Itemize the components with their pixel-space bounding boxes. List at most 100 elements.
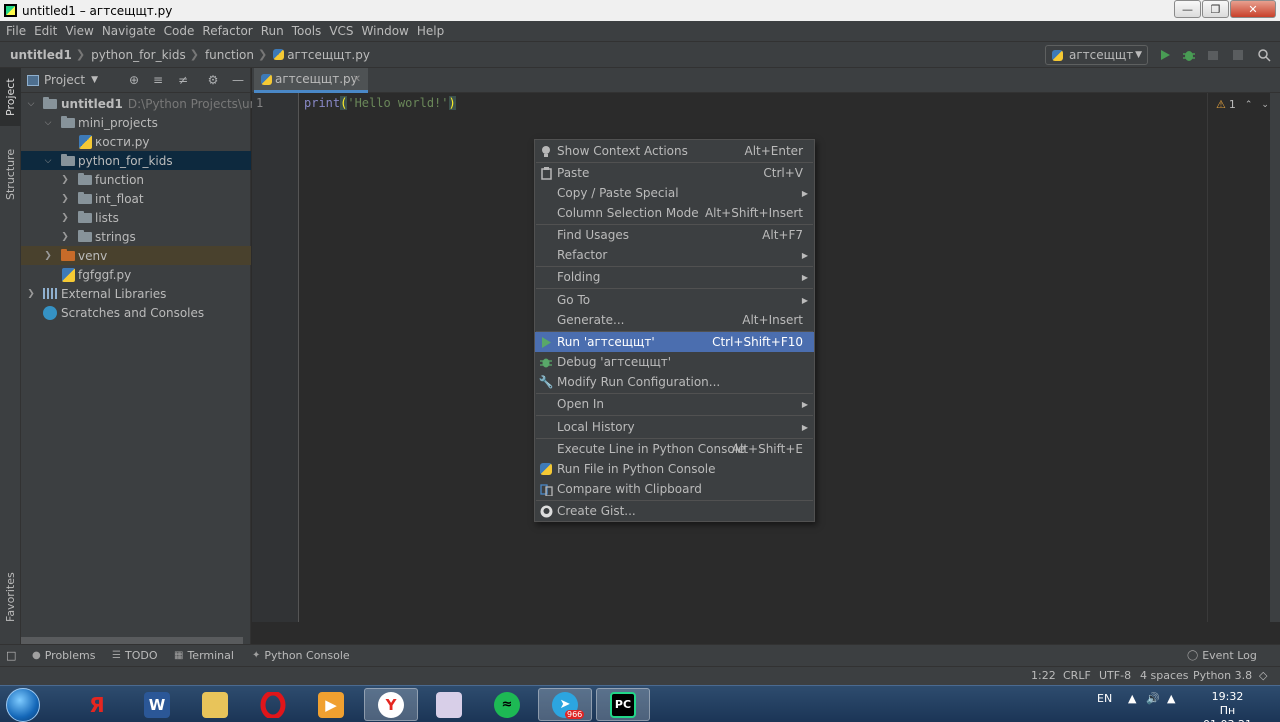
tool-python-console[interactable]: ✦ Python Console	[252, 649, 350, 662]
close-icon[interactable]: ✕	[353, 74, 361, 85]
tree-item-lists[interactable]: ❯ lists	[21, 208, 251, 227]
menu-window[interactable]: Window	[358, 24, 413, 38]
tab-favorites[interactable]: Favorites	[0, 568, 21, 626]
run-icon[interactable]	[1157, 47, 1173, 63]
tree-item-scratches[interactable]: Scratches and Consoles	[21, 303, 251, 322]
expand-all-icon[interactable]: ≡	[151, 73, 165, 87]
taskbar-explorer[interactable]	[188, 688, 242, 721]
code-line[interactable]: print('Hello world!')	[304, 96, 456, 110]
breadcrumb-file[interactable]: агтсещщт.ру	[287, 48, 370, 62]
inspection-widget[interactable]: ⚠ 1 ⌃ ⌄	[1216, 98, 1269, 111]
menu-code[interactable]: Code	[160, 24, 199, 38]
network-icon[interactable]: ▲	[1167, 692, 1175, 705]
breadcrumb-project[interactable]: untitled1	[10, 48, 72, 62]
volume-icon[interactable]: 🔊	[1146, 692, 1160, 705]
chevron-right-icon[interactable]: ❯	[26, 289, 36, 299]
menu-item-open-in[interactable]: Open In ▶	[535, 394, 814, 414]
chevron-right-icon[interactable]: ❯	[60, 175, 70, 185]
chevron-down-icon[interactable]: ⌄	[1261, 100, 1269, 110]
tool-windows-toggle-icon[interactable]: □	[6, 649, 16, 662]
tree-item-int-float[interactable]: ❯ int_float	[21, 189, 251, 208]
tool-problems[interactable]: ● Problems	[32, 649, 95, 662]
tree-item-strings[interactable]: ❯ strings	[21, 227, 251, 246]
chevron-up-icon[interactable]: ⌃	[1245, 100, 1253, 110]
menu-navigate[interactable]: Navigate	[98, 24, 160, 38]
python-interpreter[interactable]: Python 3.8	[1193, 669, 1252, 682]
menu-view[interactable]: View	[61, 24, 97, 38]
line-separator[interactable]: CRLF	[1063, 669, 1091, 682]
run-configuration-selector[interactable]: агтсещщт ▼	[1045, 45, 1148, 65]
chevron-down-icon[interactable]: ▼	[91, 75, 98, 85]
hide-icon[interactable]: —	[231, 73, 245, 87]
taskbar-clock[interactable]: 19:32 Пн 01.03.21	[1195, 690, 1260, 722]
menu-item-refactor[interactable]: Refactor ▶	[535, 245, 814, 265]
taskbar-word[interactable]: W	[130, 688, 184, 721]
tab-project[interactable]: Project	[0, 68, 21, 126]
menu-refactor[interactable]: Refactor	[198, 24, 256, 38]
language-indicator[interactable]: EN	[1097, 692, 1112, 705]
taskbar-pycharm[interactable]: PC	[596, 688, 650, 721]
menu-item-generate[interactable]: Generate... Alt+Insert	[535, 310, 814, 330]
tab-file-agtseshcht[interactable]: агтсещщт.ру ✕	[254, 68, 368, 93]
taskbar-media-player[interactable]: ▶	[304, 688, 358, 721]
menu-tools[interactable]: Tools	[288, 24, 326, 38]
menu-item-find-usages[interactable]: Find Usages Alt+F7	[535, 225, 814, 245]
menu-item-execute-line-console[interactable]: Execute Line in Python Console Alt+Shift…	[535, 439, 814, 459]
collapse-all-icon[interactable]: ≠	[176, 73, 190, 87]
tab-structure[interactable]: Structure	[0, 142, 21, 206]
menu-vcs[interactable]: VCS	[325, 24, 357, 38]
tree-item-mini-projects[interactable]: ⌵ mini_projects	[21, 113, 251, 132]
tree-item-venv[interactable]: ❯ venv	[21, 246, 251, 265]
locate-icon[interactable]: ⊕	[127, 73, 141, 87]
maximize-button[interactable]: ❐	[1202, 0, 1229, 18]
debug-icon[interactable]	[1181, 47, 1197, 63]
menu-item-run[interactable]: Run 'агтсещщт' Ctrl+Shift+F10	[535, 332, 814, 352]
chevron-down-icon[interactable]: ⌵	[43, 118, 53, 128]
search-icon[interactable]	[1256, 47, 1272, 63]
taskbar-opera[interactable]	[246, 688, 300, 721]
menu-item-go-to[interactable]: Go To ▶	[535, 290, 814, 310]
taskbar-telegram[interactable]: ➤ 966	[538, 688, 592, 721]
menu-help[interactable]: Help	[413, 24, 448, 38]
stop-icon[interactable]	[1230, 47, 1246, 63]
menu-item-run-file-console[interactable]: Run File in Python Console	[535, 459, 814, 479]
chevron-right-icon[interactable]: ❯	[60, 194, 70, 204]
menu-run[interactable]: Run	[257, 24, 288, 38]
taskbar-avatar-app[interactable]	[422, 688, 476, 721]
gear-icon[interactable]: ⚙	[206, 73, 220, 87]
caret-position[interactable]: 1:22	[1031, 669, 1056, 682]
tree-item-untitled1[interactable]: ⌵ untitled1 D:\Python Projects\untitled	[21, 94, 288, 113]
close-button[interactable]: ✕	[1230, 0, 1276, 18]
taskbar-yandex-search[interactable]: Я	[70, 688, 124, 721]
chevron-down-icon[interactable]: ⌵	[43, 156, 53, 166]
breadcrumb-subfolder[interactable]: function	[205, 48, 254, 62]
menu-item-show-context-actions[interactable]: Show Context Actions Alt+Enter	[535, 141, 814, 161]
indent-setting[interactable]: 4 spaces	[1140, 669, 1189, 682]
horizontal-scrollbar[interactable]	[21, 637, 243, 644]
chevron-right-icon[interactable]: ❯	[60, 213, 70, 223]
chevron-right-icon[interactable]: ❯	[60, 232, 70, 242]
lock-icon[interactable]: ◇	[1259, 669, 1267, 682]
chevron-up-icon[interactable]: ▲	[1128, 692, 1136, 705]
menu-item-compare-clipboard[interactable]: Compare with Clipboard	[535, 479, 814, 499]
breadcrumb-folder[interactable]: python_for_kids	[91, 48, 186, 62]
menu-item-paste[interactable]: Paste Ctrl+V	[535, 163, 814, 183]
menu-item-local-history[interactable]: Local History ▶	[535, 417, 814, 437]
tool-event-log[interactable]: ◯ Event Log	[1187, 649, 1257, 662]
menu-item-copy-paste-special[interactable]: Copy / Paste Special ▶	[535, 183, 814, 203]
menu-item-folding[interactable]: Folding ▶	[535, 267, 814, 287]
tree-item-fgfggf-py[interactable]: fgfggf.py	[21, 265, 251, 284]
menu-item-modify-run-configuration[interactable]: 🔧 Modify Run Configuration...	[535, 372, 814, 392]
menu-edit[interactable]: Edit	[30, 24, 61, 38]
menu-file[interactable]: File	[2, 24, 30, 38]
chevron-down-icon[interactable]: ⌵	[26, 99, 36, 109]
tree-item-function[interactable]: ❯ function	[21, 170, 251, 189]
menu-item-create-gist[interactable]: Create Gist...	[535, 501, 814, 521]
tool-terminal[interactable]: ▦ Terminal	[174, 649, 234, 662]
project-view-label[interactable]: Project	[44, 73, 85, 87]
start-button[interactable]	[6, 688, 40, 722]
tool-todo[interactable]: ☰ TODO	[112, 649, 157, 662]
taskbar-yandex-browser[interactable]: Y	[364, 688, 418, 721]
tree-item-kosti-py[interactable]: кости.py	[21, 132, 251, 151]
menu-item-debug[interactable]: Debug 'агтсещщт'	[535, 352, 814, 372]
